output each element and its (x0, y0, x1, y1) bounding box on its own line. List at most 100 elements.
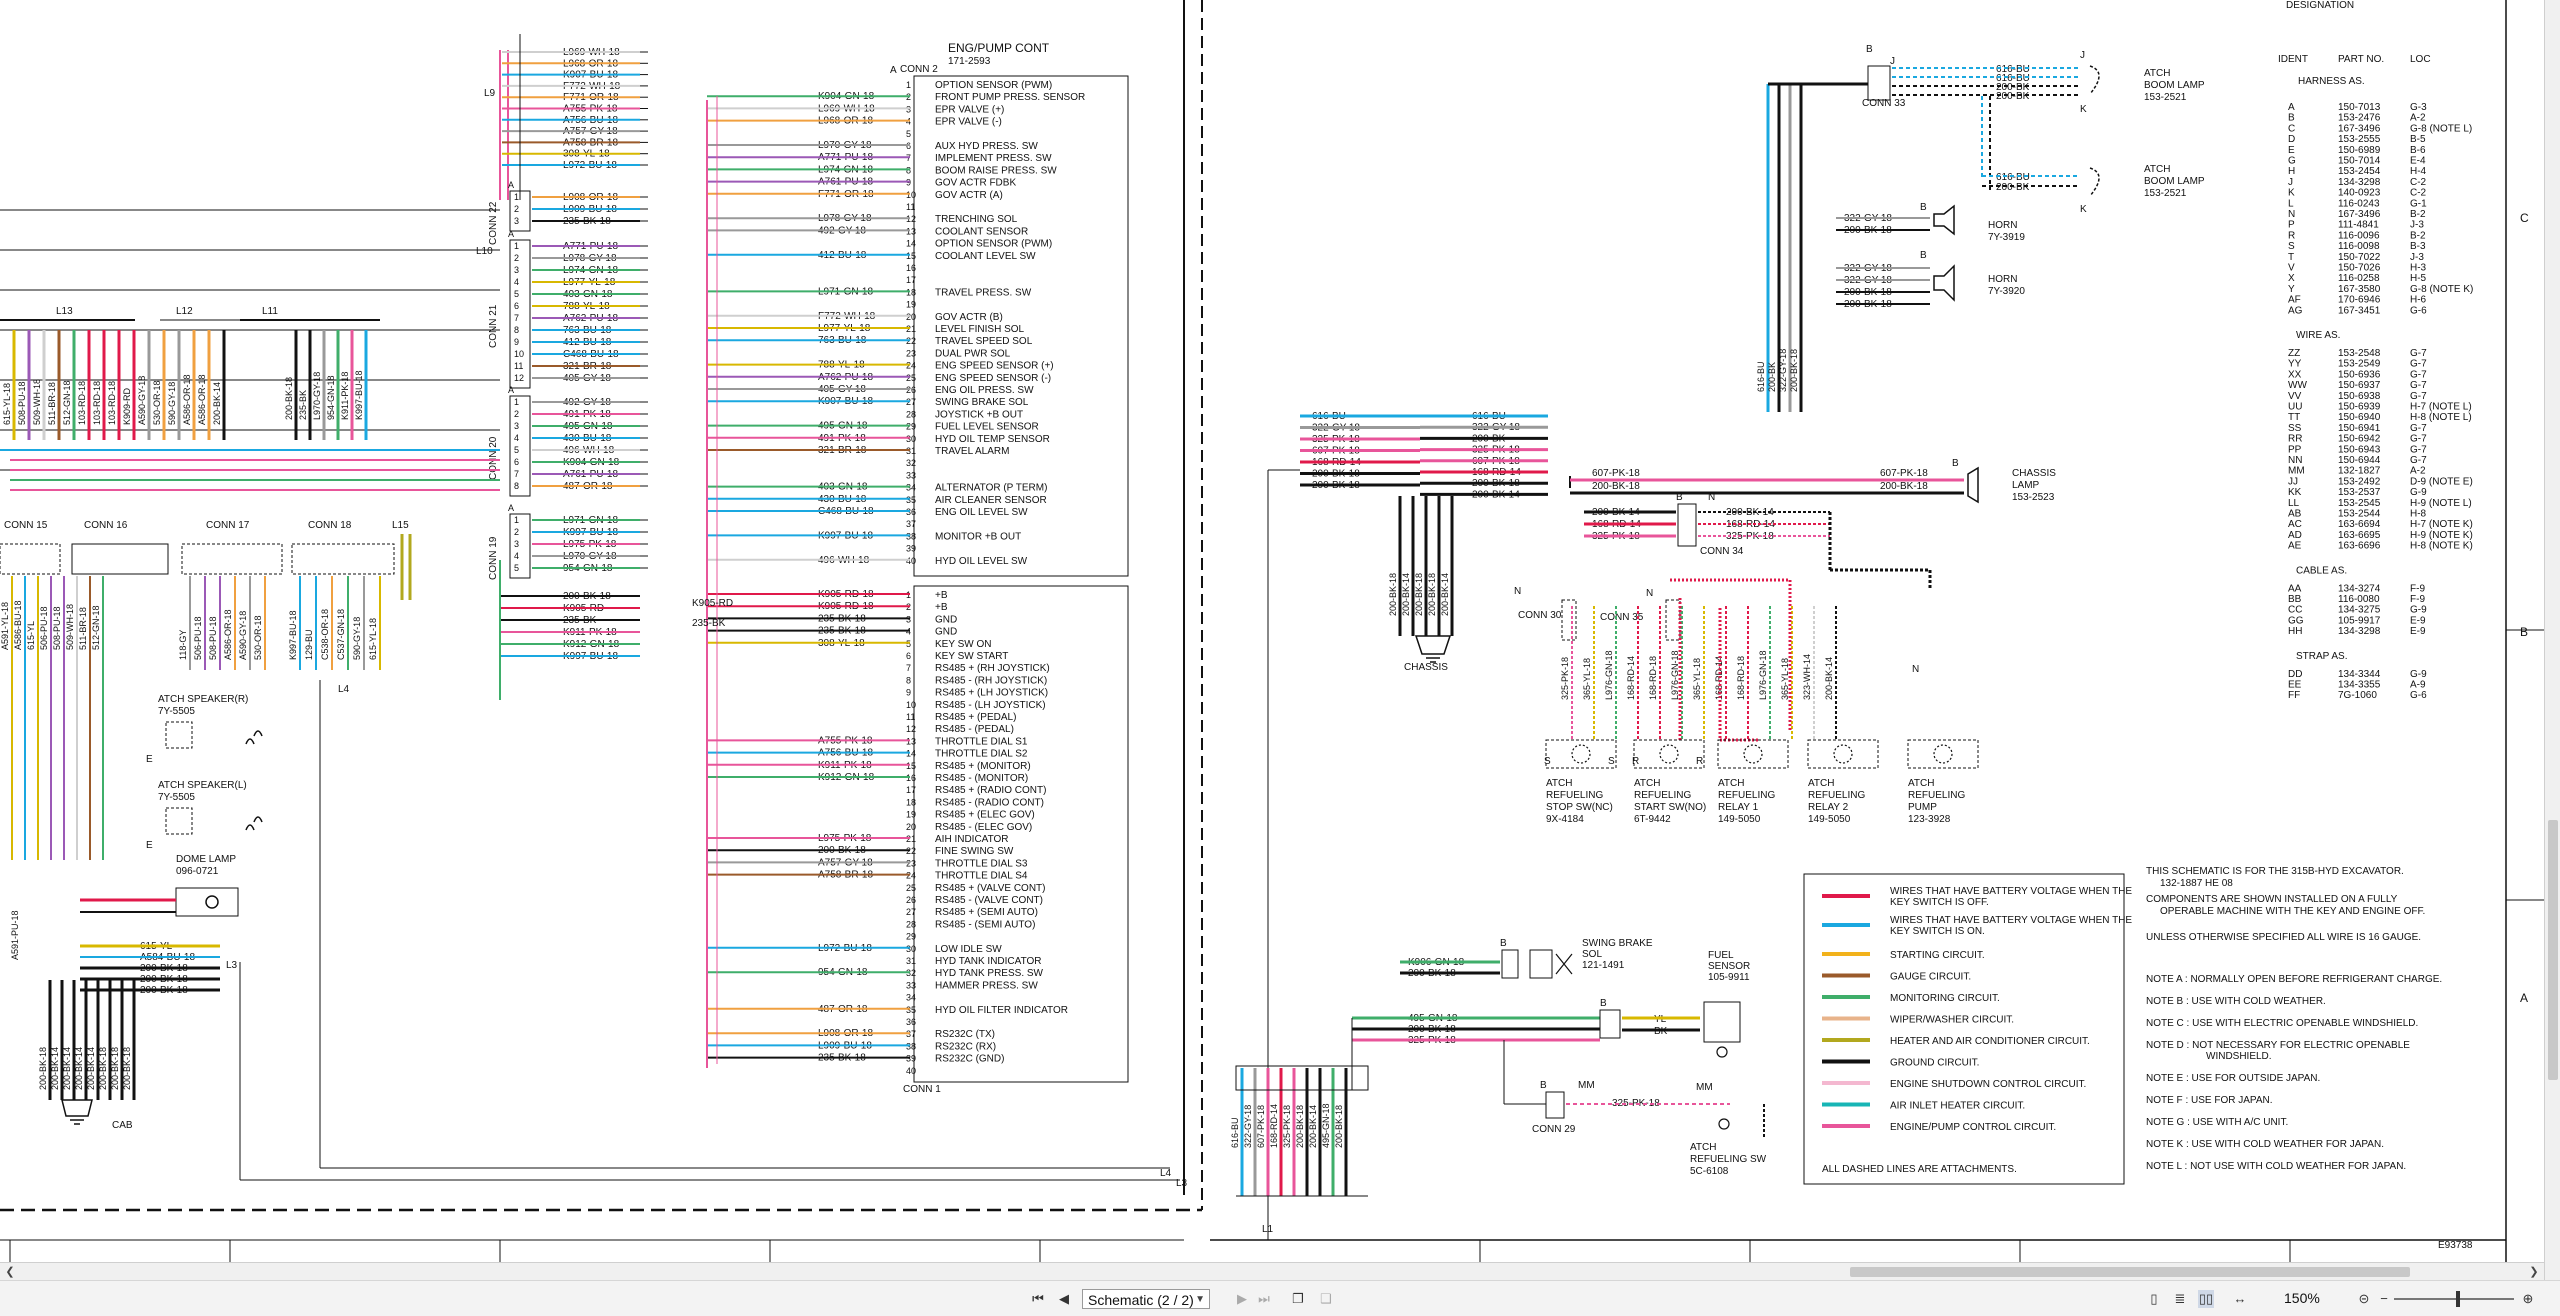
conn1-pin-number: 9 (906, 688, 911, 698)
conn-pin-number: 11 (514, 361, 523, 371)
harness-cell: B-2 (2410, 230, 2426, 241)
wire-cell: 150-6941 (2338, 423, 2381, 434)
conn20-box (509, 395, 531, 497)
continuous-view-icon[interactable]: ≣ (2172, 1290, 2188, 1308)
zoom-in-icon[interactable]: ⊕ (2520, 1290, 2536, 1308)
copy-page-icon[interactable]: ❐ (1290, 1290, 1306, 1308)
fit-width-icon[interactable]: ↔ (2232, 1290, 2248, 1308)
boom-lamp2-part: 153-2521 (2144, 188, 2187, 199)
refuel-battery-route (1670, 578, 1792, 740)
refuel-stop-switch-pin: S (1608, 756, 1615, 767)
vertical-scrollbar[interactable] (2544, 0, 2560, 1280)
zoom-level[interactable]: 150% (2284, 1290, 2320, 1306)
note-line: NOTE K : USE WITH COLD WEATHER FOR JAPAN… (2146, 1139, 2384, 1150)
paste-page-icon[interactable]: ❑ (1318, 1290, 1334, 1308)
boom2-wire-label: 200-BK (1996, 182, 2030, 193)
conn2-pin-name: IMPLEMENT PRESS. SW (935, 153, 1052, 164)
harness-cell: C-2 (2410, 177, 2427, 188)
conn18-box (291, 543, 395, 575)
l13-label: L13 (56, 306, 73, 317)
swing-brake-label: SOL (1582, 949, 1602, 960)
chassis-vertical-label: 200-BK-18 (1414, 573, 1424, 616)
conn1-pin-name: FINE SWING SW (935, 846, 1014, 857)
harness-cell: B-2 (2410, 209, 2426, 220)
conn1-label: CONN 1 (903, 1084, 941, 1095)
schematic-canvas[interactable]: ENG/PUMP CONT 171-2593 CONN 2 A CONN 1 1 OPTIO… (0, 0, 2560, 1262)
harness-cell: 153-2476 (2338, 113, 2381, 124)
horn-vertical-label: 616-BU (1756, 361, 1766, 392)
refuel-pump-label: ATCH (1908, 778, 1934, 789)
two-page-view-icon[interactable]: ▯▯ (2198, 1290, 2214, 1308)
conn1-pin-name: RS485 + (ELEC GOV) (935, 810, 1035, 821)
harness-cell: A-2 (2410, 113, 2426, 124)
previous-page-icon[interactable]: ◀ (1056, 1290, 1072, 1308)
cable-cell: 134-3298 (2338, 626, 2381, 637)
boom-wire-label: 200-BK (1996, 91, 2030, 102)
left-vertical-wire-label: 615-YL-18 (2, 383, 12, 425)
refuel-vertical-label: L976-GN-18 (1758, 650, 1768, 700)
zoom-minus-icon[interactable]: − (2376, 1290, 2392, 1308)
legend-label: ENGINE SHUTDOWN CONTROL CIRCUIT. (1890, 1079, 2086, 1090)
conn2-pin-name: LEVEL FINISH SOL (935, 324, 1025, 335)
refuel-pump-label: 123-3928 (1908, 814, 1951, 825)
wire-cell: G-7 (2410, 380, 2427, 391)
legend-label: KEY SWITCH IS OFF. (1890, 897, 1989, 908)
bottom-vertical-label: 200-BK-18 (1334, 1105, 1344, 1148)
horizontal-scrollbar[interactable]: ❮ ❯ (0, 1262, 2544, 1281)
dome-lamp-icon (205, 895, 219, 909)
conn-pin-number: 1 (514, 241, 519, 251)
conn2-pin-name: ENG OIL LEVEL SW (935, 507, 1028, 518)
harness-cell: 150-7026 (2338, 263, 2381, 274)
chassis-lamp-wire-label: 200-BK-18 (1880, 481, 1928, 492)
last-page-icon[interactable]: ⏭ (1256, 1290, 1272, 1308)
scroll-left-icon[interactable]: ❮ (2, 1263, 18, 1281)
harness-cell: G-6 (2410, 305, 2427, 316)
strap-cell: G-6 (2410, 690, 2427, 701)
next-page-icon[interactable]: ▶ (1234, 1290, 1250, 1308)
harness-cell: J (2288, 177, 2293, 188)
conn2-pin-name: COOLANT LEVEL SW (935, 251, 1036, 262)
wire-cell: G-7 (2410, 348, 2427, 359)
conn1-pin-number: 29 (906, 932, 916, 942)
zoom-slider-handle[interactable] (2456, 1291, 2460, 1307)
boom-lamp2-sub: BOOM LAMP (2144, 176, 2205, 187)
horn2-pin-b: B (1920, 250, 1927, 261)
conn2-pin-number: 33 (906, 470, 916, 480)
conn2-pin-number: 1 (906, 80, 911, 90)
refuel-vertical-label: 365-YL-18 (1692, 658, 1702, 700)
harness-cell: N (2288, 209, 2295, 220)
conn1-pin-name: LOW IDLE SW (935, 944, 1002, 955)
strap-cell: A-9 (2410, 680, 2426, 691)
vertical-scroll-thumb[interactable] (2548, 820, 2558, 1080)
page-selector[interactable]: Schematic (2 / 2) ▼ (1082, 1289, 1210, 1309)
harness-cell: 167-3496 (2338, 209, 2381, 220)
conn-pin-number: 10 (514, 349, 524, 359)
conn-pin-number: 6 (514, 301, 519, 311)
legend-label: WIRES THAT HAVE BATTERY VOLTAGE WHEN THE (1890, 886, 2132, 897)
scroll-right-icon[interactable]: ❯ (2526, 1263, 2542, 1281)
conn34-box (1677, 503, 1697, 547)
conn1-pin-name: RS485 - (ELEC GOV) (935, 822, 1032, 833)
conn15-label: CONN 15 (4, 520, 48, 531)
conn22-label: CONN 22 (488, 201, 499, 245)
single-page-view-icon[interactable]: ▯ (2146, 1290, 2162, 1308)
l11-wire-label: 235-BK (298, 390, 308, 420)
conn-pin-number: 3 (514, 265, 519, 275)
horizontal-scroll-thumb[interactable] (1850, 1267, 2410, 1277)
refuel-vertical-label: 168-RD-14 (1626, 656, 1636, 700)
lower-left-wire-label: 511-BR-18 (78, 607, 88, 650)
bottom-vertical-label: 200-BK-18 (1295, 1105, 1305, 1148)
left-vertical-wire-label: A586-OR-18 (182, 374, 192, 425)
conn-pin-number: 3 (514, 421, 519, 431)
conn-pin-number: 9 (514, 337, 519, 347)
harness-cell: AG (2288, 305, 2303, 316)
conn17-wire-label: 506-PU-18 (193, 616, 203, 660)
zoom-out-icon[interactable]: ⊝ (2356, 1290, 2372, 1308)
cab-bundle-wire-label: 200-BK-18 (38, 1047, 48, 1090)
zoom-slider[interactable] (2394, 1298, 2514, 1300)
refuel-start-switch-pin: R (1632, 756, 1639, 767)
horn-vertical-label: 200-BK-18 (1789, 349, 1799, 392)
wire-cell: 153-2545 (2338, 498, 2381, 509)
refuel-pump-label: REFUELING (1908, 790, 1965, 801)
first-page-icon[interactable]: ⏮ (1030, 1290, 1046, 1308)
